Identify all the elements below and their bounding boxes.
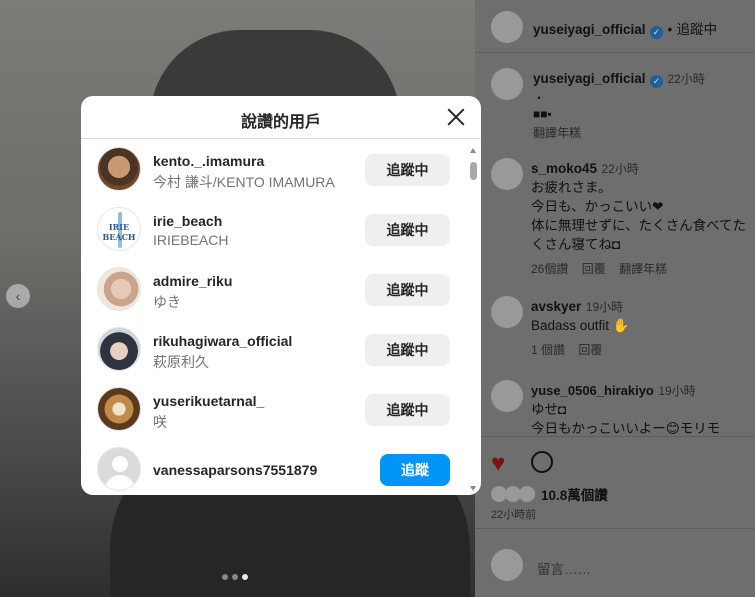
username[interactable]: irie_beach bbox=[153, 213, 222, 229]
caption-username[interactable]: yuseiyagi_official bbox=[533, 71, 646, 86]
comment-text: ゆせ◘ 今日もかっこいいよー😊モリモ bbox=[531, 402, 721, 436]
follow-button[interactable]: 追蹤 bbox=[380, 454, 450, 486]
comment-likes[interactable]: 1 個讚 bbox=[531, 343, 565, 357]
close-icon[interactable] bbox=[445, 106, 467, 128]
comment-username[interactable]: yuse_0506_hirakiyo bbox=[531, 383, 654, 398]
full-name: 今村 謙斗/KENTO IMAMURA bbox=[153, 174, 335, 190]
comment-input[interactable]: 留言…… bbox=[537, 558, 755, 578]
carousel-dot bbox=[222, 574, 228, 580]
carousel-dots bbox=[222, 574, 248, 580]
comment-username[interactable]: avskyer bbox=[531, 299, 581, 314]
avatar[interactable] bbox=[97, 267, 141, 311]
liker-avatar bbox=[519, 486, 535, 502]
liked-users-list[interactable]: kento._.imamura 今村 謙斗/KENTO IMAMURA 追蹤中 … bbox=[81, 140, 469, 495]
my-avatar bbox=[491, 549, 523, 581]
full-name: 萩原利久 bbox=[153, 354, 209, 370]
comment-reply[interactable]: 回覆 bbox=[578, 343, 602, 357]
comment-divider bbox=[475, 528, 755, 529]
comment-avatar[interactable] bbox=[491, 380, 523, 412]
list-item[interactable]: rikuhagiwara_official 萩原利久 追蹤中 bbox=[81, 320, 469, 380]
scrollbar[interactable] bbox=[469, 148, 478, 491]
following-button[interactable]: 追蹤中 bbox=[365, 334, 450, 366]
irie-logo-text: IRIE BEACH bbox=[102, 222, 136, 242]
full-name: IRIEBEACH bbox=[153, 232, 229, 248]
avatar[interactable] bbox=[97, 387, 141, 431]
username[interactable]: kento._.imamura bbox=[153, 153, 264, 169]
dialog-header: 說讚的用戶 bbox=[81, 96, 481, 139]
following-button[interactable]: 追蹤中 bbox=[365, 214, 450, 246]
comment-avatar[interactable] bbox=[491, 296, 523, 328]
follow-status[interactable]: 追蹤中 bbox=[677, 22, 718, 37]
list-item[interactable]: admire_riku ゆき 追蹤中 bbox=[81, 260, 469, 320]
header-divider bbox=[475, 52, 755, 53]
post-side-panel: yuseiyagi_official ✓ • 追蹤中 yuseiyagi_off… bbox=[475, 0, 755, 597]
actions-divider bbox=[475, 436, 755, 437]
author-username[interactable]: yuseiyagi_official bbox=[533, 22, 646, 37]
dialog-title: 說讚的用戶 bbox=[240, 114, 321, 131]
comment: s_moko45 22小時 お疲れさま。 今日も、かっこいい❤ 体に無理せずに、… bbox=[531, 160, 747, 277]
username[interactable]: rikuhagiwara_official bbox=[153, 333, 292, 349]
username[interactable]: admire_riku bbox=[153, 273, 232, 289]
caption-avatar[interactable] bbox=[491, 68, 523, 100]
heart-icon[interactable]: ♥ bbox=[491, 452, 505, 476]
scroll-thumb[interactable] bbox=[470, 162, 477, 180]
comment-text: お疲れさま。 今日も、かっこいい❤ 体に無理せずに、たくさん食べてたくさん寝てね… bbox=[531, 180, 747, 252]
carousel-dot-active bbox=[242, 574, 248, 580]
post-header: yuseiyagi_official ✓ • 追蹤中 bbox=[533, 22, 718, 39]
following-button[interactable]: 追蹤中 bbox=[365, 394, 450, 426]
author-avatar[interactable] bbox=[491, 11, 523, 43]
comment-time: 19小時 bbox=[658, 384, 696, 398]
comment-text: Badass outfit ✋ bbox=[531, 318, 630, 333]
default-avatar-icon[interactable] bbox=[97, 447, 141, 491]
list-item[interactable]: vanessaparsons7551879 追蹤 bbox=[81, 440, 469, 495]
comment-icon[interactable] bbox=[531, 451, 553, 473]
comment-reply[interactable]: 回覆 bbox=[582, 262, 606, 276]
comment-time: 19小時 bbox=[585, 300, 624, 314]
comment-translate[interactable]: 翻譯年糕 bbox=[619, 262, 667, 276]
avatar[interactable] bbox=[97, 147, 141, 191]
caption-translate[interactable]: 翻譯年糕 bbox=[533, 124, 755, 141]
post-time: 22小時前 bbox=[491, 509, 537, 521]
comment-username[interactable]: s_moko45 bbox=[531, 161, 597, 176]
comment: yuse_0506_hirakiyo 19小時 ゆせ◘ 今日もかっこいいよー😊モ… bbox=[531, 382, 755, 438]
list-item[interactable]: IRIE BEACH irie_beach IRIEBEACH 追蹤中 bbox=[81, 200, 469, 260]
comment-likes[interactable]: 26個讚 bbox=[531, 262, 568, 276]
caption: yuseiyagi_official ✓ 22小時 ・ ■■▪ 翻譯年糕 bbox=[533, 70, 755, 141]
avatar[interactable] bbox=[97, 327, 141, 371]
avatar[interactable]: IRIE BEACH bbox=[97, 207, 141, 251]
verified-icon: ✓ bbox=[650, 75, 664, 88]
previous-image-button[interactable]: ‹ bbox=[6, 284, 30, 308]
scroll-down-arrow-icon[interactable] bbox=[470, 486, 476, 491]
likes-row: 10.8萬個讚 bbox=[491, 484, 755, 504]
likes-dialog: 說讚的用戶 kento._.imamura 今村 謙斗/KENTO IMAMUR… bbox=[81, 96, 481, 495]
username[interactable]: vanessaparsons7551879 bbox=[153, 462, 317, 478]
following-button[interactable]: 追蹤中 bbox=[365, 274, 450, 306]
carousel-dot bbox=[232, 574, 238, 580]
comment: avskyer 19小時 Badass outfit ✋ 1 個讚 回覆 bbox=[531, 298, 755, 358]
likes-count[interactable]: 10.8萬個讚 bbox=[541, 484, 608, 504]
list-item[interactable]: kento._.imamura 今村 謙斗/KENTO IMAMURA 追蹤中 bbox=[81, 140, 469, 200]
verified-icon: ✓ bbox=[650, 26, 664, 39]
list-item[interactable]: yuserikuetarnal_ 咲 追蹤中 bbox=[81, 380, 469, 440]
following-button[interactable]: 追蹤中 bbox=[365, 154, 450, 186]
username[interactable]: yuserikuetarnal_ bbox=[153, 393, 264, 409]
full-name: 咲 bbox=[153, 414, 167, 430]
caption-time: 22小時 bbox=[667, 72, 705, 86]
comment-time: 22小時 bbox=[601, 162, 639, 176]
full-name: ゆき bbox=[153, 294, 181, 310]
comment-avatar[interactable] bbox=[491, 158, 523, 190]
caption-text: ・ ■■▪ bbox=[533, 91, 552, 121]
scroll-up-arrow-icon[interactable] bbox=[470, 148, 476, 153]
